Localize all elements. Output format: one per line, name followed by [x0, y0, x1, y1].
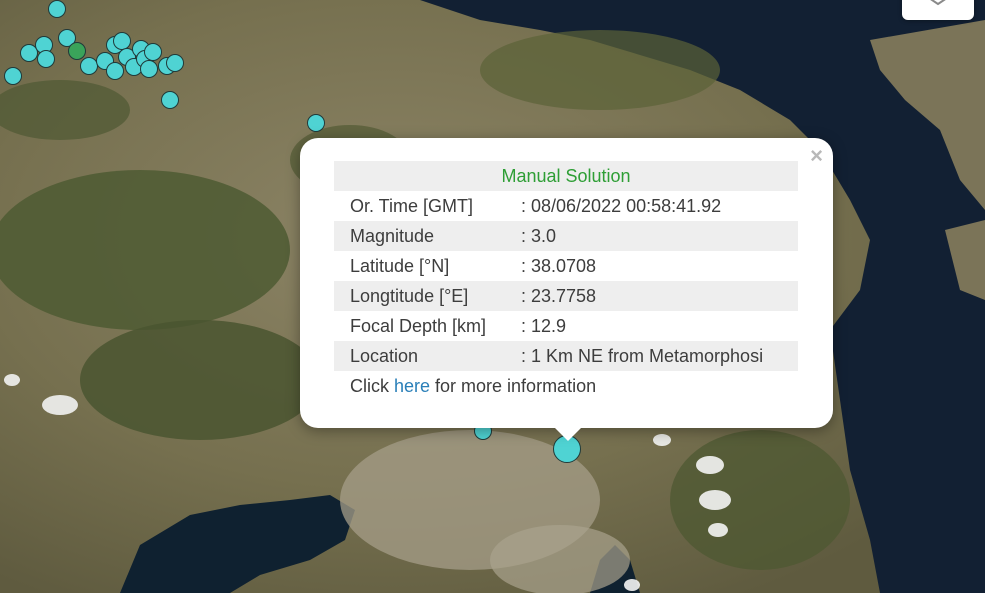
detail-value: : 1 Km NE from Metamorphosi [521, 341, 798, 371]
event-details-table: Manual Solution Or. Time [GMT] : 08/06/2… [334, 161, 798, 371]
detail-row-longitude: Longtitude [°E] : 23.7758 [334, 281, 798, 311]
popup-title: Manual Solution [334, 161, 798, 191]
detail-row-magnitude: Magnitude : 3.0 [334, 221, 798, 251]
more-info-suffix: for more information [430, 376, 597, 396]
detail-row-focal-depth: Focal Depth [km] : 12.9 [334, 311, 798, 341]
detail-value: : 12.9 [521, 315, 567, 336]
detail-row-origin-time: Or. Time [GMT] : 08/06/2022 00:58:41.92 [334, 191, 798, 221]
detail-label: Location [334, 341, 521, 371]
close-icon[interactable]: × [810, 144, 823, 168]
detail-value: : 3.0 [521, 221, 798, 251]
more-info-prefix: Click [350, 376, 394, 396]
earthquake-marker[interactable] [4, 67, 22, 85]
earthquake-marker[interactable] [161, 91, 179, 109]
popup-tip [553, 426, 583, 441]
earthquake-marker[interactable] [68, 42, 86, 60]
more-info-line: Click here for more information [350, 376, 596, 397]
more-info-link[interactable]: here [394, 376, 430, 396]
earthquake-marker[interactable] [48, 0, 66, 18]
detail-label: Or. Time [GMT] [350, 195, 474, 216]
detail-row-latitude: Latitude [°N] : 38.0708 [334, 251, 798, 281]
detail-value: : 23.7758 [521, 281, 798, 311]
earthquake-marker[interactable] [166, 54, 184, 72]
earthquake-marker[interactable] [37, 50, 55, 68]
detail-value: : 08/06/2022 00:58:41.92 [521, 195, 722, 216]
earthquake-marker[interactable] [307, 114, 325, 132]
detail-label: Longtitude [°E] [334, 281, 521, 311]
map-view[interactable]: × Manual Solution Or. Time [GMT] : 08/06… [0, 0, 985, 593]
earthquake-marker[interactable] [140, 60, 158, 78]
event-info-popup: × Manual Solution Or. Time [GMT] : 08/06… [300, 138, 833, 428]
detail-value: : 38.0708 [521, 255, 597, 276]
layers-icon [930, 0, 946, 6]
earthquake-marker[interactable] [144, 43, 162, 61]
detail-row-location: Location : 1 Km NE from Metamorphosi [334, 341, 798, 371]
detail-label: Magnitude [334, 221, 521, 251]
detail-label: Latitude [°N] [350, 255, 450, 276]
layers-control-button[interactable] [902, 0, 974, 20]
detail-label: Focal Depth [km] [350, 315, 487, 336]
earthquake-marker[interactable] [106, 62, 124, 80]
